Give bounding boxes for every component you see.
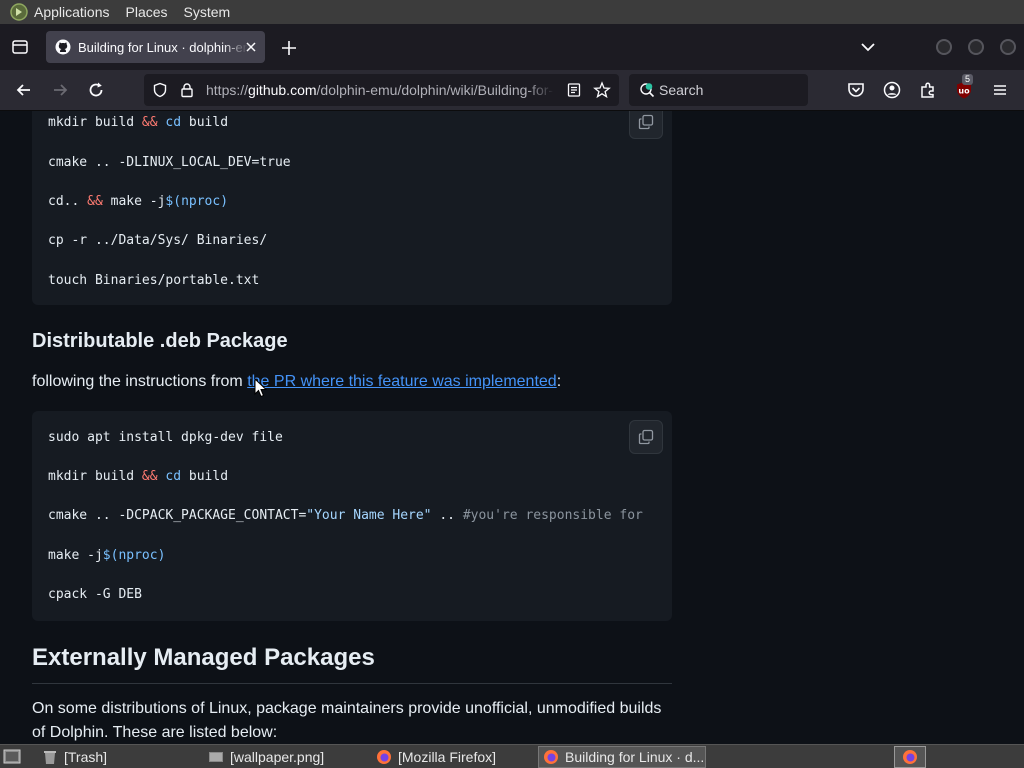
heading-deb-package: Distributable .deb Package (32, 330, 288, 352)
menu-places[interactable]: Places (126, 4, 168, 20)
paragraph-deb-instructions: following the instructions from the PR w… (32, 373, 562, 390)
tab-list-button[interactable] (0, 24, 40, 70)
hamburger-menu-icon[interactable] (990, 80, 1010, 100)
mouse-cursor-icon (254, 378, 268, 398)
taskbar-item-firefox[interactable]: [Mozilla Firefox] (372, 746, 532, 768)
account-icon[interactable] (882, 80, 902, 100)
trash-icon (44, 751, 56, 764)
tracking-protection-shield-icon[interactable] (152, 82, 168, 98)
tab-title: Building for Linux · dolphin-emu/dolphin… (78, 39, 248, 55)
svg-text:uo: uo (958, 87, 970, 96)
code-line: cpack -G DEB (48, 587, 142, 602)
ublock-extension-button[interactable]: uo 5 (954, 74, 974, 100)
tab-bar: Building for Linux · dolphin-emu/dolphin… (0, 24, 1024, 70)
code-line: mkdir build && cd build (48, 469, 229, 484)
code-line: cd.. && make -j$(nproc) (48, 194, 229, 209)
github-favicon-icon (55, 39, 71, 55)
bookmark-star-icon[interactable] (593, 81, 611, 99)
taskbar-item-trash[interactable]: [Trash] (38, 746, 198, 768)
code-line: touch Binaries/portable.txt (48, 273, 260, 288)
heading-externally-managed: Externally Managed Packages (32, 644, 375, 671)
firefox-icon (377, 750, 391, 764)
back-arrow-icon[interactable] (14, 80, 34, 100)
bottom-taskbar: [Trash] [wallpaper.png] [Mozilla Firefox… (0, 744, 1024, 768)
url-host: github.com (248, 82, 317, 98)
search-box[interactable]: Search (629, 74, 808, 106)
window-close-button[interactable] (1000, 39, 1016, 55)
ublock-badge-count: 5 (962, 74, 974, 85)
mate-logo-icon[interactable] (9, 2, 29, 22)
paragraph-external-packages: On some distributions of Linux, package … (32, 700, 662, 741)
menu-applications[interactable]: Applications (34, 4, 110, 20)
navigation-toolbar: https://github.com/dolphin-emu/dolphin/w… (0, 70, 1024, 111)
code-line: sudo apt install dpkg-dev file (48, 430, 283, 445)
code-line: cmake .. -DLINUX_LOCAL_DEV=true (48, 155, 291, 170)
workspace-switcher[interactable] (894, 746, 926, 768)
reload-icon[interactable] (86, 80, 106, 100)
pocket-icon[interactable] (846, 80, 866, 100)
url-text[interactable]: https://github.com/dolphin-emu/dolphin/w… (206, 82, 554, 98)
tab-active[interactable]: Building for Linux · dolphin-emu/dolphin… (46, 31, 265, 63)
code-line: cmake .. -DCPACK_PACKAGE_CONTACT="Your N… (48, 508, 643, 523)
lock-icon[interactable] (179, 82, 195, 98)
show-desktop-icon[interactable] (3, 748, 21, 766)
list-all-tabs-chevron-icon[interactable] (858, 37, 878, 57)
copy-code-button[interactable] (629, 420, 663, 454)
code-line: mkdir build && cd build (48, 115, 229, 130)
code-line: cp -r ../Data/Sys/ Binaries/ (48, 233, 268, 248)
copy-icon (638, 429, 654, 445)
link-pr[interactable]: the PR where this feature was implemente… (247, 373, 556, 390)
search-engine-icon (640, 83, 655, 98)
code-line: make -j$(nproc) (48, 548, 166, 563)
window-minimize-button[interactable] (936, 39, 952, 55)
window-maximize-button[interactable] (968, 39, 984, 55)
menu-system[interactable]: System (184, 4, 231, 20)
taskbar-item-wallpaper[interactable]: [wallpaper.png] (204, 746, 364, 768)
search-placeholder: Search (659, 82, 704, 98)
forward-arrow-icon[interactable] (50, 80, 70, 100)
firefox-workspace-icon (903, 750, 917, 764)
copy-icon (638, 114, 654, 130)
extensions-puzzle-icon[interactable] (918, 80, 938, 100)
page-content[interactable]: mkdir build && cd build cmake .. -DLINUX… (0, 111, 1024, 744)
firefox-icon (544, 750, 558, 764)
new-tab-icon[interactable] (278, 37, 300, 59)
heading-divider (32, 683, 672, 684)
image-file-icon (209, 752, 223, 762)
url-path: /dolphin-emu/dolphin/wiki/Building-for-L… (316, 82, 554, 98)
tab-list-icon (12, 40, 28, 54)
code-block-portable-build: mkdir build && cd build cmake .. -DLINUX… (32, 111, 672, 305)
top-panel: Applications Places System (0, 0, 1024, 24)
url-bar[interactable]: https://github.com/dolphin-emu/dolphin/w… (144, 74, 619, 106)
copy-code-button[interactable] (629, 111, 663, 139)
reader-view-icon[interactable] (566, 82, 582, 98)
url-prefix: https:// (206, 82, 249, 98)
taskbar-item-active-window[interactable]: Building for Linux · d... (538, 746, 706, 768)
close-tab-icon[interactable] (243, 39, 259, 55)
code-block-deb-package: sudo apt install dpkg-dev file mkdir bui… (32, 411, 672, 621)
